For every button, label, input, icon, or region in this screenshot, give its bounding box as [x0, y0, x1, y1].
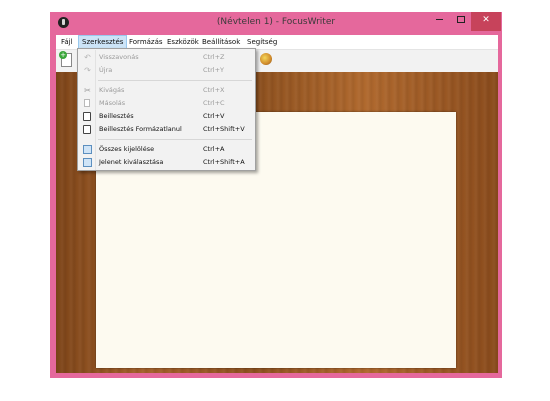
menu-tools[interactable]: Eszközök [164, 35, 202, 49]
maximize-icon [457, 16, 465, 23]
menu-settings[interactable]: Beállítások [199, 35, 243, 49]
menu-separator [98, 80, 252, 81]
minimize-button[interactable] [428, 12, 450, 31]
menu-item-paste[interactable]: Beillesztés Ctrl+V [79, 110, 255, 123]
menu-item-copy[interactable]: Másolás Ctrl+C [79, 97, 255, 110]
menu-item-label: Kivágás [99, 86, 125, 94]
menu-separator [98, 139, 252, 140]
menu-format[interactable]: Formázás [126, 35, 166, 49]
close-button[interactable]: ✕ [471, 12, 501, 31]
cut-icon: ✂ [84, 86, 91, 95]
menu-item-select-all[interactable]: Összes kijelölése Ctrl+A [79, 143, 255, 156]
edit-menu-dropdown: ↶ Visszavonás Ctrl+Z ↷ Újra Ctrl+Y ✂ Kiv… [77, 48, 256, 171]
minimize-icon [435, 19, 443, 20]
menu-item-shortcut: Ctrl+X [203, 86, 225, 94]
paste-icon [83, 112, 91, 121]
menu-item-label: Újra [99, 66, 113, 74]
menu-item-cut[interactable]: ✂ Kivágás Ctrl+X [79, 84, 255, 97]
menu-item-shortcut: Ctrl+Shift+V [203, 125, 245, 133]
undo-icon: ↶ [84, 53, 91, 62]
menu-item-label: Jelenet kiválasztása [99, 158, 164, 166]
menu-item-label: Visszavonás [99, 53, 139, 61]
menu-item-redo[interactable]: ↷ Újra Ctrl+Y [79, 64, 255, 77]
maximize-button[interactable] [450, 12, 472, 31]
menu-edit[interactable]: Szerkesztés [78, 35, 128, 49]
title-bar[interactable]: (Névtelen 1) - FocusWriter ✕ [50, 12, 502, 35]
menu-item-shortcut: Ctrl+Shift+A [203, 158, 245, 166]
menu-file[interactable]: Fájl [58, 35, 76, 49]
select-all-icon [83, 145, 92, 154]
select-scene-icon [83, 158, 92, 167]
new-document-icon[interactable]: + [59, 51, 72, 67]
paste-plain-icon [83, 125, 91, 134]
menu-item-shortcut: Ctrl+Z [203, 53, 225, 61]
menu-help[interactable]: Segítség [244, 35, 280, 49]
theme-icon[interactable] [260, 53, 272, 65]
menu-item-label: Beillesztés Formázatlanul [99, 125, 182, 133]
menu-item-shortcut: Ctrl+C [203, 99, 225, 107]
menu-item-label: Beillesztés [99, 112, 134, 120]
menu-item-shortcut: Ctrl+Y [203, 66, 224, 74]
plus-icon: + [59, 51, 67, 59]
menu-item-select-scene[interactable]: Jelenet kiválasztása Ctrl+Shift+A [79, 156, 255, 169]
menu-item-label: Összes kijelölése [99, 145, 155, 153]
menu-item-undo[interactable]: ↶ Visszavonás Ctrl+Z [79, 51, 255, 64]
close-icon: ✕ [482, 15, 490, 25]
menu-item-shortcut: Ctrl+V [203, 112, 225, 120]
menu-item-paste-unformatted[interactable]: Beillesztés Formázatlanul Ctrl+Shift+V [79, 123, 255, 136]
copy-icon [84, 99, 90, 107]
menu-item-label: Másolás [99, 99, 126, 107]
redo-icon: ↷ [84, 66, 91, 75]
menu-item-shortcut: Ctrl+A [203, 145, 225, 153]
